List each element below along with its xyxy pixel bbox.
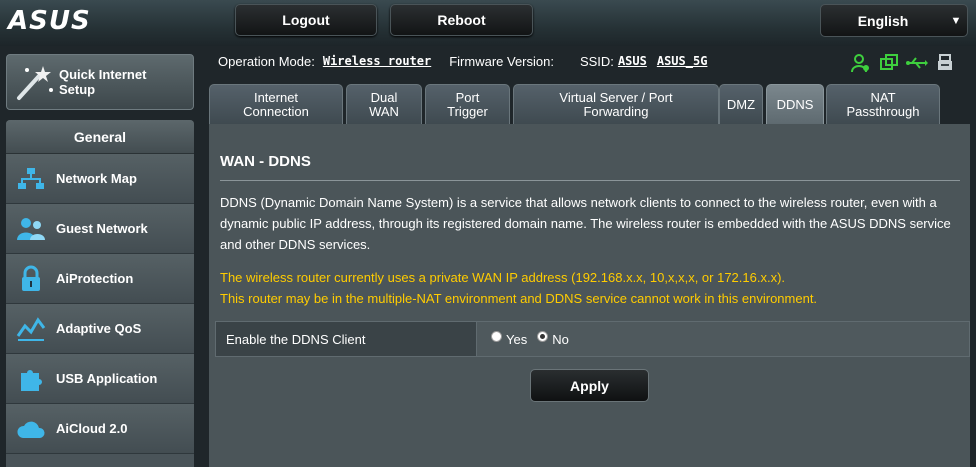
firmware-version-label: Firmware Version: [449, 53, 554, 69]
tab-virtual-server[interactable]: Virtual Server / Port Forwarding [513, 84, 719, 124]
enable-ddns-options: Yes No [477, 322, 969, 356]
tab-internet-connection[interactable]: Internet Connection [209, 84, 343, 124]
sidebar-item-label: Adaptive QoS [56, 321, 142, 336]
sidebar-item-aicloud[interactable]: AiCloud 2.0 [6, 404, 194, 454]
language-select[interactable]: English ▼ [820, 4, 968, 37]
reboot-button[interactable]: Reboot [390, 4, 533, 36]
sidebar-item-adaptive-qos[interactable]: Adaptive QoS [6, 304, 194, 354]
sidebar-item-usb-application[interactable]: USB Application [6, 354, 194, 404]
title-divider [220, 180, 960, 181]
quick-setup-line1: Quick Internet [59, 67, 147, 82]
radio-unchecked-icon[interactable] [491, 330, 502, 342]
quick-internet-setup-button[interactable]: Quick Internet Setup [6, 54, 194, 110]
radio-label-no: No [552, 331, 569, 347]
sidebar-section-title: General [6, 120, 194, 154]
radio-label-yes: Yes [506, 331, 528, 347]
ssid-link-2g[interactable]: ASUS [618, 54, 647, 68]
warning-line-2: This router may be in the multiple-NAT e… [220, 291, 818, 306]
sidebar: General Network Map Guest Network AiProt… [6, 120, 194, 467]
apply-button[interactable]: Apply [530, 369, 649, 402]
sidebar-item-guest-network[interactable]: Guest Network [6, 204, 194, 254]
ddns-description: DDNS (Dynamic Domain Name System) is a s… [220, 195, 951, 252]
usb-icon[interactable] [906, 52, 928, 74]
ssid-label: SSID: [579, 53, 614, 69]
enable-ddns-label: Enable the DDNS Client [216, 322, 477, 356]
ddns-yes-radio[interactable]: Yes [491, 330, 528, 347]
sidebar-item-label: Guest Network [56, 221, 148, 236]
printer-icon[interactable] [934, 52, 956, 74]
operation-mode-link[interactable]: Wireless router [323, 54, 431, 68]
page-title: WAN - DDNS [220, 153, 311, 170]
tab-dual-wan[interactable]: Dual WAN [346, 84, 422, 124]
clients-icon[interactable] [850, 52, 872, 74]
tab-dmz[interactable]: DMZ [719, 84, 763, 124]
sidebar-item-label: AiCloud 2.0 [56, 421, 128, 436]
qos-icon [14, 314, 48, 344]
tab-nat-passthrough[interactable]: NAT Passthrough [826, 84, 940, 124]
puzzle-icon [14, 364, 48, 394]
wifi-status-icon[interactable] [878, 52, 900, 74]
sidebar-item-label: USB Application [56, 371, 158, 386]
lock-icon [14, 264, 48, 294]
magic-wand-icon [17, 66, 53, 100]
sidebar-item-network-map[interactable]: Network Map [6, 154, 194, 204]
quick-setup-line2: Setup [59, 82, 96, 97]
top-banner: ASUS Logout Reboot English ▼ [0, 0, 976, 46]
operation-mode-label: Operation Mode: [218, 53, 315, 69]
language-value: English [857, 12, 909, 29]
sidebar-item-label: Network Map [56, 171, 137, 186]
chevron-down-icon: ▼ [950, 14, 962, 27]
nat-warning: The wireless router currently uses a pri… [220, 267, 962, 309]
ssid-link-5g[interactable]: ASUS_5G [657, 54, 708, 68]
warning-line-1: The wireless router currently uses a pri… [220, 270, 786, 285]
sidebar-item-label: AiProtection [56, 271, 134, 286]
radio-checked-icon[interactable] [537, 330, 549, 342]
asus-logo: ASUS [8, 6, 91, 36]
tab-ddns[interactable]: DDNS [766, 84, 824, 124]
ddns-panel: WAN - DDNS DDNS (Dynamic Domain Name Sys… [209, 124, 970, 467]
ddns-settings-table: Enable the DDNS Client Yes No [215, 321, 970, 357]
logout-button[interactable]: Logout [235, 4, 377, 36]
status-icons [850, 52, 956, 74]
network-map-icon [14, 164, 48, 194]
guest-network-icon [14, 214, 48, 244]
ddns-no-radio[interactable]: No [537, 330, 569, 347]
tab-port-trigger[interactable]: Port Trigger [425, 84, 510, 124]
status-info-bar: Operation Mode: Wireless router Firmware… [218, 50, 958, 72]
cloud-icon [14, 414, 48, 444]
sidebar-item-aiprotection[interactable]: AiProtection [6, 254, 194, 304]
